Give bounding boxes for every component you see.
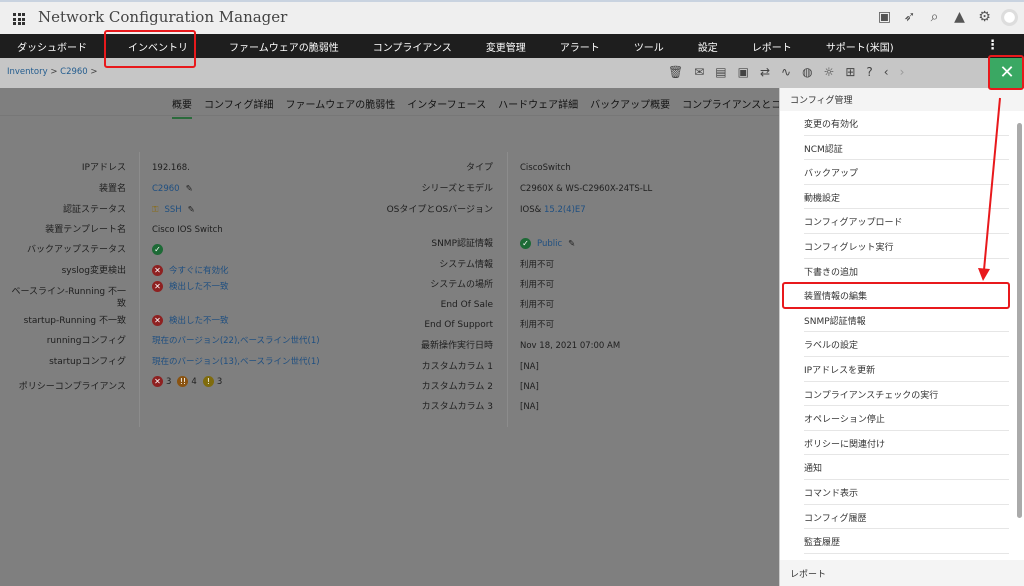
annotation-arrow [978,97,1001,281]
